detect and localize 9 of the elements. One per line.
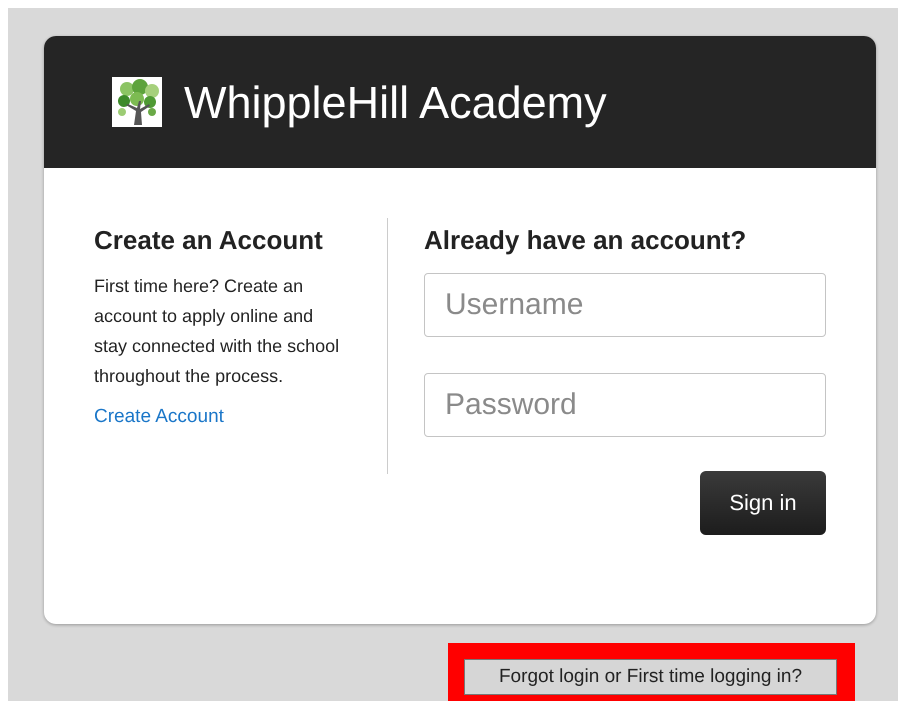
tree-logo-icon	[112, 77, 162, 127]
create-account-link[interactable]: Create Account	[94, 402, 224, 431]
sign-in-button[interactable]: Sign in	[700, 470, 826, 534]
input-field[interactable]: Username	[424, 272, 826, 336]
section-heading: Create an Account	[94, 224, 324, 256]
forgot-login-button[interactable]: Forgot login or First time logging in?	[464, 659, 837, 695]
description: First time here? Create an account to apply online and stay connected with the school throughout the process.	[94, 274, 340, 388]
input-field[interactable]: Password	[424, 372, 826, 436]
section-heading: Already have an account?	[424, 224, 748, 256]
